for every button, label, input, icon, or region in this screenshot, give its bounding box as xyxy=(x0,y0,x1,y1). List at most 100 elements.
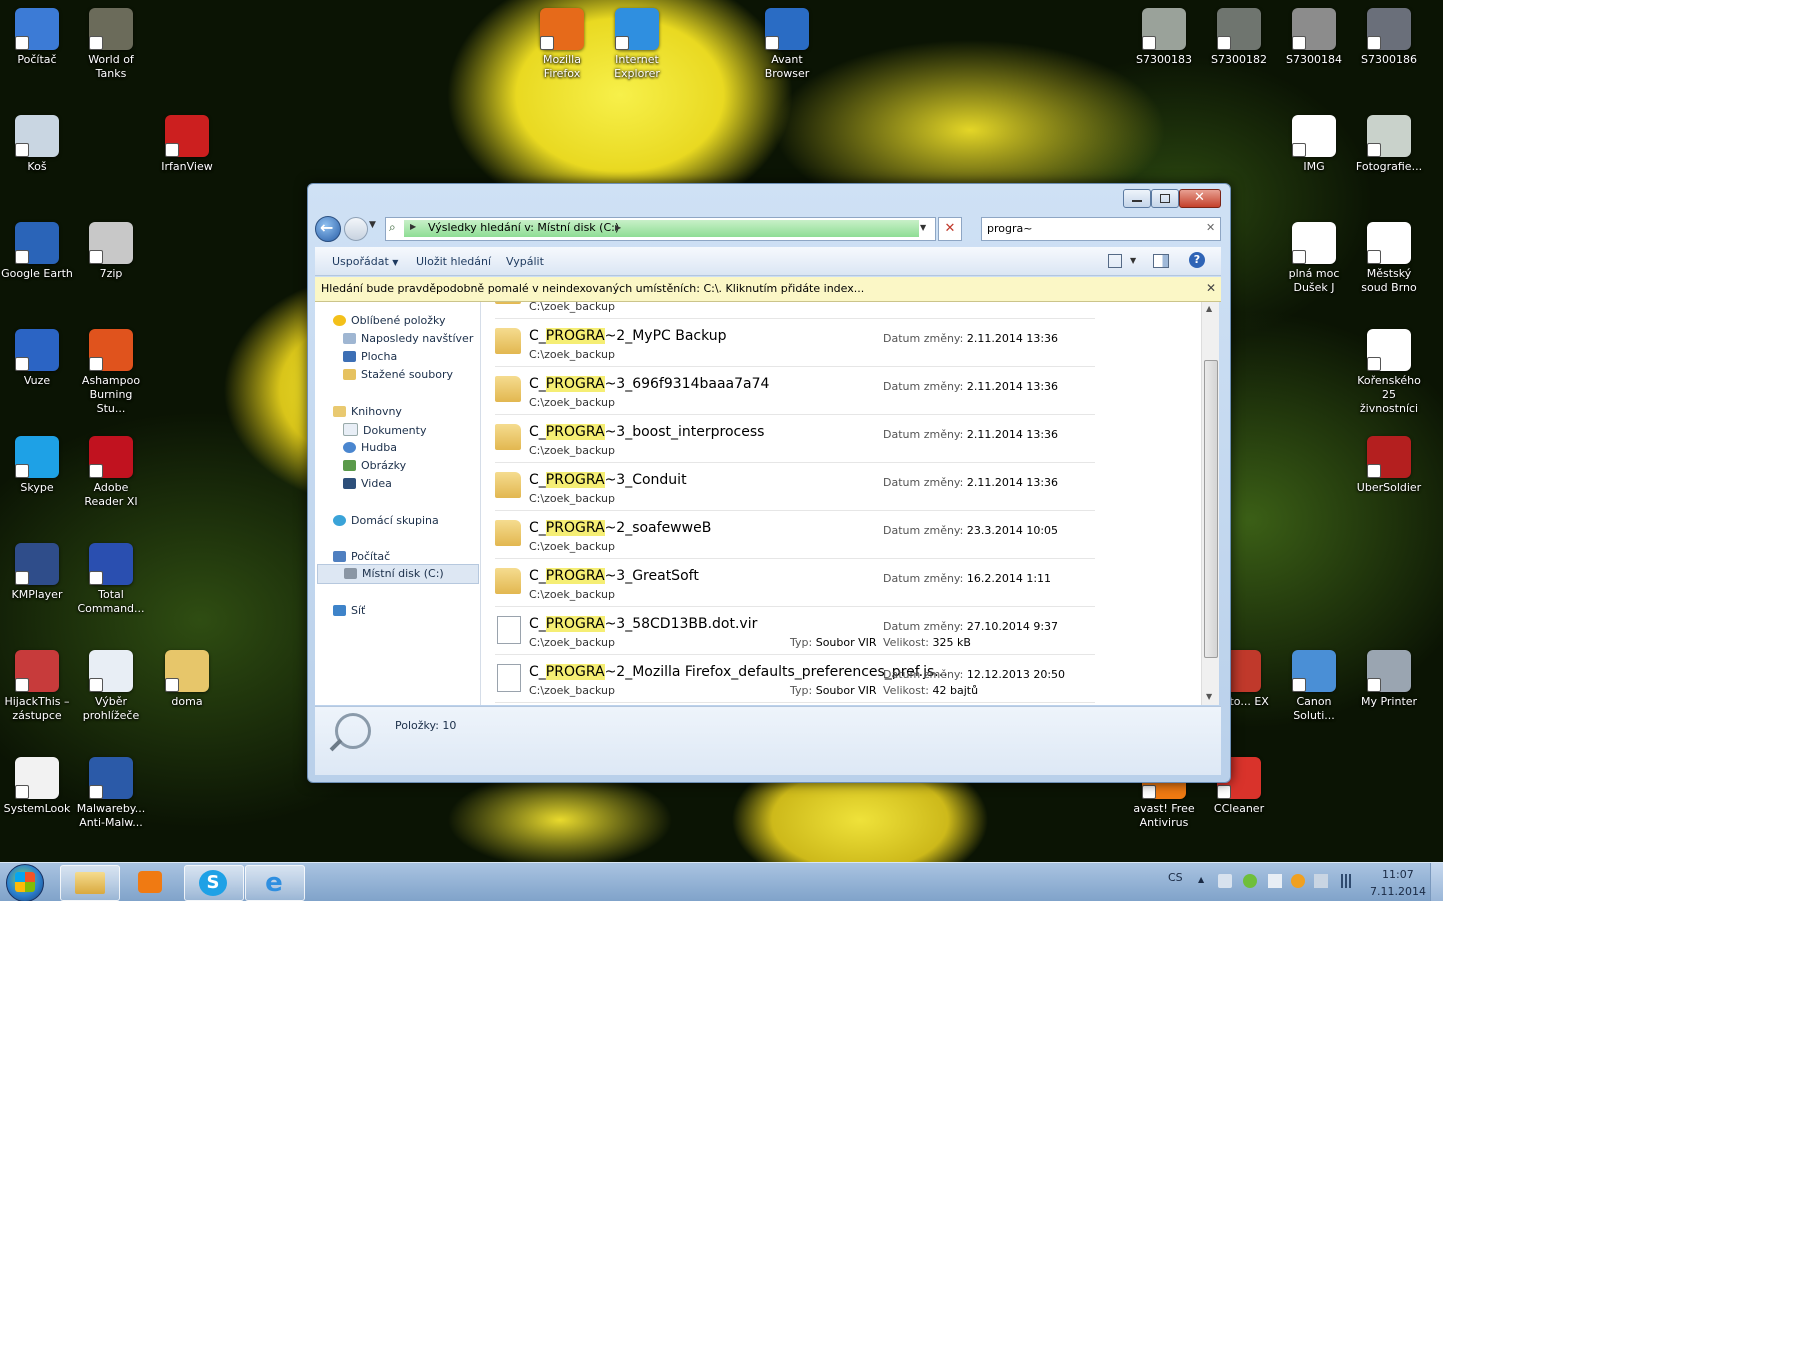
desktop-icon-4[interactable]: Google Earth xyxy=(0,222,74,281)
help-icon[interactable]: ? xyxy=(1189,252,1205,268)
desktop-icon-23[interactable]: S7300186 xyxy=(1352,8,1426,67)
search-input[interactable]: progra~ xyxy=(987,222,1032,235)
scroll-down-icon[interactable]: ▼ xyxy=(1206,692,1212,701)
taskbar-explorer[interactable] xyxy=(60,865,120,901)
desktop-icon-label: S7300183 xyxy=(1136,53,1192,66)
desktop-icon-5[interactable]: 7zip xyxy=(74,222,148,281)
desktop-icon-28[interactable]: Kořenského 25 živnostníci xyxy=(1352,329,1426,416)
desktop-icon-31[interactable]: Canon Soluti... xyxy=(1277,650,1351,723)
show-hidden-icons-icon[interactable]: ▲ xyxy=(1198,875,1204,884)
desktop-icon-18[interactable]: Internet Explorer xyxy=(600,8,674,81)
scroll-up-icon[interactable]: ▲ xyxy=(1206,304,1212,313)
desktop-icon-32[interactable]: My Printer xyxy=(1352,650,1426,709)
desktop-icon-20[interactable]: S7300183 xyxy=(1127,8,1201,67)
list-item[interactable]: C_PROGRA~3_58CD13BB.dot.vir C:\zoek_backu… xyxy=(495,606,1095,655)
taskbar-internet-explorer[interactable]: e xyxy=(245,865,305,901)
desktop-icon-22[interactable]: S7300184 xyxy=(1277,8,1351,67)
nav-libraries[interactable]: Knihovny xyxy=(333,405,402,418)
nav-recent[interactable]: Naposledy navštíver xyxy=(343,332,473,345)
view-dropdown-icon[interactable]: ▼ xyxy=(1130,256,1136,265)
nav-videos[interactable]: Videa xyxy=(343,477,392,490)
maximize-button[interactable] xyxy=(1151,189,1179,208)
start-button[interactable] xyxy=(6,864,44,901)
desktop-icon-13[interactable]: Výběr prohlížeče xyxy=(74,650,148,723)
breadcrumb-chevron-icon[interactable]: ▶ xyxy=(410,222,416,231)
volume-icon[interactable] xyxy=(1218,874,1232,888)
clear-search-icon[interactable]: ✕ xyxy=(1206,221,1215,234)
minimize-button[interactable] xyxy=(1123,189,1151,208)
back-button[interactable]: ← xyxy=(315,216,341,242)
list-item[interactable]: C_PROGRA~2_MyPC Backup C:\zoek_backup Datu… xyxy=(495,318,1095,367)
breadcrumb-end-chevron-icon[interactable]: ▶ xyxy=(615,223,621,232)
desktop-icon-3[interactable]: IrfanView xyxy=(150,115,224,174)
list-item[interactable]: C_PROGRA~3_GreatSoft C:\zoek_backup Datum … xyxy=(495,558,1095,607)
info-bar-text: Hledání bude pravděpodobně pomalé v nein… xyxy=(321,282,865,295)
desktop-icon-16[interactable]: Malwareby... Anti-Malw... xyxy=(74,757,148,830)
list-item-partial[interactable]: C:\zoek_backup xyxy=(495,302,1095,319)
desktop-icon-27[interactable]: Městský soud Brno xyxy=(1352,222,1426,295)
desktop-icon-15[interactable]: SystemLook xyxy=(0,757,74,816)
close-info-bar-icon[interactable]: ✕ xyxy=(1206,281,1216,295)
avast-tray-icon[interactable] xyxy=(1291,874,1305,888)
address-dropdown-icon[interactable]: ▼ xyxy=(920,223,926,232)
vertical-scrollbar[interactable]: ▲ ▼ xyxy=(1201,302,1219,705)
nav-documents[interactable]: Dokumenty xyxy=(343,423,426,437)
preview-pane-icon[interactable] xyxy=(1153,254,1169,268)
nav-desktop[interactable]: Plocha xyxy=(343,350,397,363)
nav-homegroup[interactable]: Domácí skupina xyxy=(333,514,439,527)
list-item[interactable]: C_PROGRA~3_696f9314baaa7a74 C:\zoek_backu… xyxy=(495,366,1095,415)
organize-button[interactable]: Uspořádat ▼ xyxy=(332,255,398,268)
signal-icon[interactable] xyxy=(1338,874,1354,888)
taskbar-skype[interactable]: S xyxy=(184,865,244,901)
list-item[interactable]: C_PROGRA~3_boost_interprocess C:\zoek_bac… xyxy=(495,414,1095,463)
desktop-icon-25[interactable]: Fotografie... xyxy=(1352,115,1426,174)
device-tray-icon[interactable] xyxy=(1314,874,1328,888)
clock-date[interactable]: 7.11.2014 xyxy=(1370,885,1426,898)
list-item[interactable]: C_PROGRA~2_soafewweB C:\zoek_backup Datum … xyxy=(495,510,1095,559)
desktop-icon-17[interactable]: Mozilla Firefox xyxy=(525,8,599,81)
size-value: 325 kB xyxy=(932,636,971,649)
nav-pictures[interactable]: Obrázky xyxy=(343,459,406,472)
scroll-thumb[interactable] xyxy=(1204,360,1218,658)
nav-computer[interactable]: Počítač xyxy=(333,550,390,563)
desktop-icon-2[interactable]: Koš xyxy=(0,115,74,174)
action-center-flag-icon[interactable] xyxy=(1268,874,1282,888)
desktop-icon-19[interactable]: Avant Browser xyxy=(750,8,824,81)
forward-button[interactable] xyxy=(344,217,368,241)
desktop-icon-8[interactable]: Skype xyxy=(0,436,74,495)
search-box[interactable]: progra~ ✕ xyxy=(981,217,1221,241)
desktop-icon-26[interactable]: plná moc Dušek J xyxy=(1277,222,1351,295)
address-bar[interactable]: ⌕ ▶ Výsledky hledání v: Místní disk (C:)… xyxy=(385,217,936,241)
desktop-icon-29[interactable]: UberSoldier xyxy=(1352,436,1426,495)
burn-button[interactable]: Vypálit xyxy=(506,255,544,268)
desktop-icon-14[interactable]: doma xyxy=(150,650,224,709)
nav-music[interactable]: Hudba xyxy=(343,441,397,454)
desktop-icon-7[interactable]: Ashampoo Burning Stu... xyxy=(74,329,148,416)
nav-local-disk[interactable]: Místní disk (C:) xyxy=(317,564,479,584)
close-window-button[interactable]: ✕ xyxy=(1179,189,1221,208)
desktop-icon-21[interactable]: S7300182 xyxy=(1202,8,1276,67)
taskbar-media-player[interactable] xyxy=(122,865,180,899)
index-info-bar[interactable]: Hledání bude pravděpodobně pomalé v nein… xyxy=(315,277,1221,302)
desktop-icon-11[interactable]: Total Command... xyxy=(74,543,148,616)
desktop-icon-1[interactable]: World of Tanks xyxy=(74,8,148,81)
language-indicator[interactable]: CS xyxy=(1168,871,1183,884)
desktop-icon-10[interactable]: KMPlayer xyxy=(0,543,74,602)
security-icon[interactable] xyxy=(1243,874,1257,888)
desktop-icon-0[interactable]: Počítač xyxy=(0,8,74,67)
nav-downloads[interactable]: Stažené soubory xyxy=(343,368,453,381)
desktop-icon-24[interactable]: IMG xyxy=(1277,115,1351,174)
show-desktop-button[interactable] xyxy=(1430,863,1443,901)
list-item[interactable]: C_PROGRA~2_Mozilla Firefox_defaults_pref… xyxy=(495,654,1095,703)
list-item[interactable]: C_PROGRA~3_Conduit C:\zoek_backup Datum zm… xyxy=(495,462,1095,511)
clock-time[interactable]: 11:07 xyxy=(1382,868,1414,881)
nav-network[interactable]: Síť xyxy=(333,604,365,617)
desktop-icon-6[interactable]: Vuze xyxy=(0,329,74,388)
save-search-button[interactable]: Uložit hledání xyxy=(416,255,491,268)
view-options-icon[interactable] xyxy=(1108,254,1122,268)
desktop-icon-9[interactable]: Adobe Reader XI xyxy=(74,436,148,509)
stop-search-button[interactable]: ✕ xyxy=(938,217,962,241)
desktop-icon-12[interactable]: HijackThis – zástupce xyxy=(0,650,74,723)
nav-favorites[interactable]: Oblíbené položky xyxy=(333,314,446,327)
recent-pages-chevron-icon[interactable]: ▼ xyxy=(369,220,376,230)
